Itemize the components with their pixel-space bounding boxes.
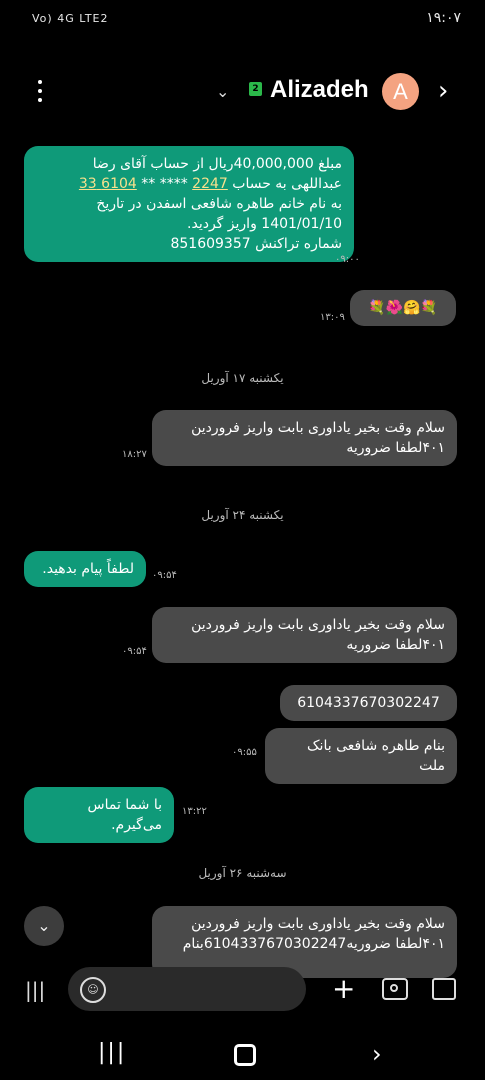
message-bubble-sent[interactable]: بنام طاهره شافعی بانک ملت xyxy=(265,728,457,784)
message-line: ۴۰۱لطفا ضروریه xyxy=(346,637,445,653)
message-time: ۱۸:۲۷ xyxy=(122,449,147,460)
clock: ۱۹:۰۷ xyxy=(426,10,461,26)
message-line: 1401/01/10 واریز گردید. xyxy=(187,216,342,232)
message-text: عبداللهی به حساب xyxy=(232,176,342,192)
message-bubble-sent[interactable]: سلام وقت بخیر یاداوری بابت واریز فروردین… xyxy=(152,410,457,466)
message-time: ۱۳:۲۲ xyxy=(182,806,207,817)
message-line: سلام وقت بخیر یاداوری بابت واریز فروردین xyxy=(191,916,445,932)
date-separator: یکشنبه ۲۴ آوریل xyxy=(201,508,284,522)
message-bubble-sent[interactable]: 6104337670302247 xyxy=(280,685,457,721)
message-line: شماره تراکنش 851609357 xyxy=(170,236,342,252)
message-time: ۰۹:۰۰ xyxy=(335,254,360,265)
gallery-icon[interactable] xyxy=(432,978,456,1000)
contact-name[interactable]: Alizadeh xyxy=(270,76,369,104)
sim-badge: 2 xyxy=(249,82,262,96)
message-line: به نام خانم طاهره شافعی اسفدن در تاریخ xyxy=(96,196,342,212)
message-bubble-sent[interactable]: 💐🤗🌺💐 xyxy=(350,290,456,326)
recent-apps-icon[interactable]: ||| xyxy=(98,1040,126,1065)
signal-indicators: Vo) 4G LTE2 xyxy=(32,12,109,25)
attach-plus-icon[interactable]: + xyxy=(332,972,355,1005)
avatar[interactable]: A xyxy=(382,73,419,110)
voice-input-icon[interactable]: ||| xyxy=(25,978,45,1002)
message-line: ۴۰۱لطفا ضروریه xyxy=(346,440,445,456)
account-link[interactable]: 2247 xyxy=(192,176,228,192)
message-time: ۱۳:۰۹ xyxy=(320,312,345,323)
scroll-down-button[interactable]: ⌄ xyxy=(24,906,64,946)
date-separator: یکشنبه ۱۷ آوریل xyxy=(201,371,284,385)
message-line: عبداللهی به حساب 2247 **** ** 6104 33 xyxy=(36,174,342,194)
chevron-right-icon[interactable]: › xyxy=(438,76,448,106)
camera-icon[interactable] xyxy=(382,978,408,1000)
message-bubble-received[interactable]: با شما تماس می‌گیرم. xyxy=(24,787,174,843)
back-icon[interactable]: › xyxy=(372,1040,382,1068)
emoji-icon[interactable]: ☺ xyxy=(80,977,106,1003)
chevron-down-icon[interactable]: ⌄ xyxy=(216,82,229,101)
account-link[interactable]: 6104 33 xyxy=(79,176,137,192)
more-options-icon[interactable] xyxy=(30,80,50,106)
status-bar: Vo) 4G LTE2 ۱۹:۰۷ xyxy=(0,10,485,32)
message-line: سلام وقت بخیر یاداوری بابت واریز فروردین xyxy=(191,420,445,436)
message-bubble-received[interactable]: لطفاً پیام بدهید. xyxy=(24,551,146,587)
message-time: ۰۹:۵۴ xyxy=(122,646,147,657)
message-line: ۴۰۱لطفا ضروریه6104337670302247بنام xyxy=(182,936,445,952)
message-time: ۰۹:۵۵ xyxy=(232,747,257,758)
message-line: مبلغ 40,000,000ریال از حساب آقای رضا xyxy=(92,156,342,172)
conversation-header: ⌄ 2 Alizadeh A › xyxy=(0,70,485,114)
message-bubble-sent[interactable]: سلام وقت بخیر یاداوری بابت واریز فروردین… xyxy=(152,607,457,663)
message-input[interactable]: ☺ xyxy=(68,967,306,1011)
message-time: ۰۹:۵۴ xyxy=(152,570,177,581)
date-separator: سه‌شنبه ۲۶ آوریل xyxy=(198,866,287,880)
masked-digits: **** ** xyxy=(136,176,193,192)
home-icon[interactable] xyxy=(234,1044,256,1066)
system-nav-bar: ||| › xyxy=(0,1040,485,1070)
message-line: سلام وقت بخیر یاداوری بابت واریز فروردین xyxy=(191,617,445,633)
message-bubble-received[interactable]: مبلغ 40,000,000ریال از حساب آقای رضا عبد… xyxy=(24,146,354,262)
